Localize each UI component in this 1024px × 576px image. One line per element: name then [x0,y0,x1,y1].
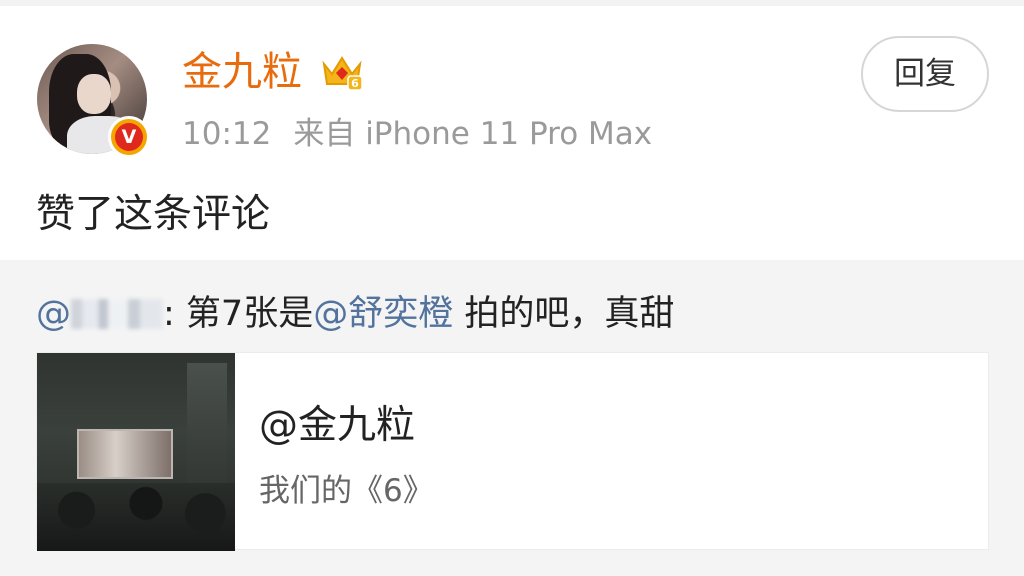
verified-mark: V [115,123,143,151]
quoted-user-prefix[interactable]: @ [36,294,71,334]
original-post-card[interactable]: @金九粒 我们的《6》 [36,352,989,551]
crown-level-icon: 6 [322,56,363,91]
card-title: @金九粒 [259,403,416,448]
quoted-text-part2: 拍的吧，真甜 [453,294,675,334]
comment-text: 赞了这条评论 [36,192,271,237]
card-subtitle: 我们的《6》 [259,473,434,509]
quoted-text-part1: 第7张是 [185,294,314,334]
quoted-separator: : [163,294,186,334]
blurred-username[interactable] [71,299,163,329]
quoted-comment: @: 第7张是@舒奕橙 拍的吧，真甜 [36,292,674,336]
mention-link[interactable]: @舒奕橙 [313,294,453,334]
reply-button[interactable]: 回复 [861,36,989,112]
level-number: 6 [351,77,359,90]
username[interactable]: 金九粒 [182,48,302,96]
timestamp: 10:12 [182,116,272,152]
comment-meta: 10:12 来自 iPhone 11 Pro Max [182,114,652,154]
post-thumbnail[interactable] [37,353,235,551]
device-source: 来自 iPhone 11 Pro Max [293,116,653,152]
verified-icon: V [108,116,150,158]
